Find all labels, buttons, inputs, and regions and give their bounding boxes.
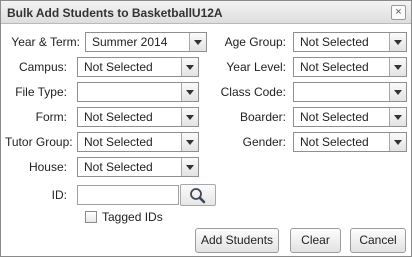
tutor-group-select[interactable]: Not Selected xyxy=(77,132,199,152)
chevron-down-icon[interactable] xyxy=(389,33,406,51)
house-value: Not Selected xyxy=(84,160,153,174)
year-level-value: Not Selected xyxy=(300,60,369,74)
id-input[interactable] xyxy=(77,185,179,205)
cancel-button[interactable]: Cancel xyxy=(350,228,406,253)
form-select[interactable]: Not Selected xyxy=(77,107,199,127)
tutor-group-value: Not Selected xyxy=(84,135,153,149)
boarder-select[interactable]: Not Selected xyxy=(293,107,407,127)
tutor-group-label: Tutor Group: xyxy=(5,135,73,149)
chevron-down-icon[interactable] xyxy=(389,58,406,76)
file-type-label: File Type: xyxy=(15,85,67,99)
dialog-titlebar[interactable]: Bulk Add Students to BasketballU12A × xyxy=(1,1,411,24)
form-value: Not Selected xyxy=(84,110,153,124)
campus-label: Campus: xyxy=(18,60,67,74)
chevron-down-icon[interactable] xyxy=(389,108,406,126)
campus-value: Not Selected xyxy=(84,60,153,74)
chevron-down-icon[interactable] xyxy=(181,83,198,101)
id-label: ID: xyxy=(51,188,67,202)
file-type-select[interactable] xyxy=(77,82,199,102)
age-group-select[interactable]: Not Selected xyxy=(293,32,407,52)
gender-value: Not Selected xyxy=(300,135,369,149)
search-icon xyxy=(190,188,206,204)
chevron-down-icon[interactable] xyxy=(181,158,198,176)
clear-button[interactable]: Clear xyxy=(290,228,341,253)
chevron-down-icon[interactable] xyxy=(389,83,406,101)
gender-label: Gender: xyxy=(242,135,286,149)
tagged-ids-label: Tagged IDs xyxy=(102,210,163,224)
class-code-label: Class Code: xyxy=(220,85,286,99)
chevron-down-icon[interactable] xyxy=(181,108,198,126)
age-group-value: Not Selected xyxy=(300,35,369,49)
house-label: House: xyxy=(28,160,67,174)
year-level-label: Year Level: xyxy=(226,60,286,74)
id-search-button[interactable] xyxy=(180,184,216,206)
form-label: Form: xyxy=(35,110,67,124)
close-icon[interactable]: × xyxy=(391,5,406,20)
house-select[interactable]: Not Selected xyxy=(77,157,199,177)
class-code-select[interactable] xyxy=(293,82,407,102)
chevron-down-icon[interactable] xyxy=(181,133,198,151)
campus-select[interactable]: Not Selected xyxy=(77,57,199,77)
year-level-select[interactable]: Not Selected xyxy=(293,57,407,77)
bulk-add-students-dialog: Bulk Add Students to BasketballU12A × Ye… xyxy=(0,0,412,257)
year-term-value: Summer 2014 xyxy=(92,35,168,49)
boarder-value: Not Selected xyxy=(300,110,369,124)
year-term-label: Year & Term: xyxy=(11,35,80,49)
age-group-label: Age Group: xyxy=(224,35,286,49)
chevron-down-icon[interactable] xyxy=(181,58,198,76)
tagged-ids-checkbox[interactable] xyxy=(85,211,97,223)
gender-select[interactable]: Not Selected xyxy=(293,132,407,152)
dialog-title: Bulk Add Students to BasketballU12A xyxy=(7,6,223,20)
chevron-down-icon[interactable] xyxy=(189,33,206,51)
year-term-select[interactable]: Summer 2014 xyxy=(85,32,207,52)
chevron-down-icon[interactable] xyxy=(389,133,406,151)
boarder-label: Boarder: xyxy=(239,110,286,124)
add-students-button[interactable]: Add Students xyxy=(195,228,279,253)
